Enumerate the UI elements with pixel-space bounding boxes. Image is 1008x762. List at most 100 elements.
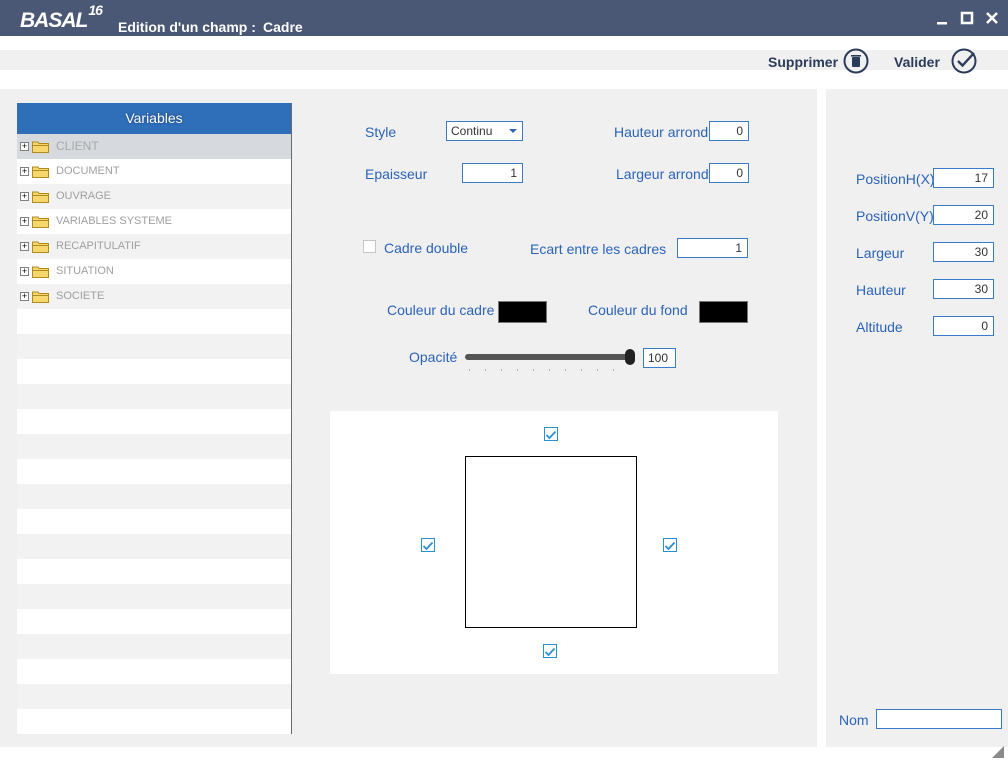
expand-icon[interactable]: + [20,142,29,151]
slider-tick [565,369,566,371]
folder-icon [32,141,49,153]
logo-version: 16 [88,2,103,18]
tree-item-recapitulatif[interactable]: + RECAPITULATIF [17,234,291,259]
position-x-field[interactable]: 17 [933,168,994,188]
slider-tick [517,369,518,371]
couleur-fond-label: Couleur du fond [588,302,688,318]
folder-icon [32,166,49,178]
folder-icon [32,191,49,203]
close-icon[interactable] [983,9,1001,27]
slider-tick [485,369,486,371]
hauteur-field[interactable]: 30 [933,279,994,299]
tree-item-label: VARIABLES SYSTEME [56,215,172,227]
tree-item-situation[interactable]: + SITUATION [17,259,291,284]
expand-icon[interactable]: + [20,217,29,226]
expand-icon[interactable]: + [20,192,29,201]
hauteur-arrondi-label: Hauteur arrondi [614,124,712,140]
epaisseur-label: Epaisseur [365,166,428,182]
cadre-double-checkbox[interactable] [363,240,376,253]
folder-icon [32,291,49,303]
largeur-arrondi-field[interactable]: 0 [709,163,749,183]
tree-empty-row [17,659,291,684]
couleur-cadre-swatch[interactable] [498,301,547,323]
resize-grip-icon[interactable] [992,746,1004,758]
slider-tick [469,369,470,371]
tree-empty-row [17,559,291,584]
hauteur-label: Hauteur [856,282,906,298]
tree-empty-row [17,484,291,509]
couleur-fond-swatch[interactable] [699,301,748,323]
delete-button-label[interactable]: Supprimer [768,54,838,70]
window-title: Edition d'un champ : [118,19,256,35]
checkmark-circle-icon[interactable] [950,47,978,75]
tree-empty-row [17,359,291,384]
position-y-label: PositionV(Y) [856,208,934,224]
title-bar: BASAL16 Edition d'un champ : Cadre [0,0,1008,36]
checkmark-icon [422,541,434,551]
slider-tick [501,369,502,371]
panel-divider [817,89,826,747]
tree-item-label: OUVRAGE [56,190,112,202]
variables-tree: Variables + CLIENT + DOCUMENT + OUVRAGE … [17,103,292,734]
tree-item-label: CLIENT [56,139,99,153]
folder-icon [32,216,49,228]
tree-item-client[interactable]: + CLIENT [17,134,291,159]
frame-preview [465,456,637,628]
tree-item-label: DOCUMENT [56,165,120,177]
largeur-label: Largeur [856,245,905,261]
slider-tick [581,369,582,371]
largeur-field[interactable]: 30 [933,242,994,262]
nom-label: Nom [839,712,869,728]
altitude-field[interactable]: 0 [933,316,994,336]
tree-empty-row [17,334,291,359]
tree-item-ouvrage[interactable]: + OUVRAGE [17,184,291,209]
tree-item-label: SOCIETE [56,290,105,302]
opacite-field[interactable]: 100 [643,348,676,368]
border-right-checkbox[interactable] [663,538,677,552]
epaisseur-field[interactable]: 1 [462,163,523,183]
tree-empty-row [17,459,291,484]
logo-text: BASAL [20,9,88,32]
variables-header: Variables [17,103,291,134]
nom-field[interactable] [876,709,1002,729]
tree-empty-row [17,434,291,459]
folder-icon [32,241,49,253]
tree-item-document[interactable]: + DOCUMENT [17,159,291,184]
maximize-icon[interactable] [958,9,976,27]
position-y-field[interactable]: 20 [933,205,994,225]
opacite-slider-track[interactable] [465,354,631,360]
tree-item-societe[interactable]: + SOCIETE [17,284,291,309]
tree-item-label: RECAPITULATIF [56,240,141,252]
expand-icon[interactable]: + [20,167,29,176]
window-subtitle: Cadre [263,19,303,35]
opacite-slider-thumb[interactable] [625,349,635,365]
folder-icon [32,266,49,278]
tree-empty-row [17,709,291,734]
cadre-double-label: Cadre double [384,240,469,256]
couleur-cadre-label: Couleur du cadre [387,302,495,318]
hauteur-arrondi-field[interactable]: 0 [709,121,749,141]
trash-icon[interactable] [842,47,870,75]
border-left-checkbox[interactable] [421,538,435,552]
checkmark-icon [545,430,557,440]
border-top-checkbox[interactable] [544,427,558,441]
tree-empty-row [17,534,291,559]
style-label: Style [365,124,397,140]
border-bottom-checkbox[interactable] [543,644,557,658]
chevron-down-icon [509,129,517,133]
tree-item-variables-systeme[interactable]: + VARIABLES SYSTEME [17,209,291,234]
app-logo: BASAL16 [20,2,103,33]
expand-icon[interactable]: + [20,267,29,276]
ecart-field[interactable]: 1 [677,238,748,258]
tree-empty-row [17,684,291,709]
expand-icon[interactable]: + [20,242,29,251]
altitude-label: Altitude [856,319,903,335]
slider-tick [549,369,550,371]
minimize-icon[interactable] [934,9,952,27]
expand-icon[interactable]: + [20,292,29,301]
style-select-value: Continu [451,124,493,138]
position-x-label: PositionH(X) [856,171,935,187]
style-select[interactable]: Continu [446,121,523,141]
validate-button-label[interactable]: Valider [894,54,940,70]
tree-empty-row [17,634,291,659]
